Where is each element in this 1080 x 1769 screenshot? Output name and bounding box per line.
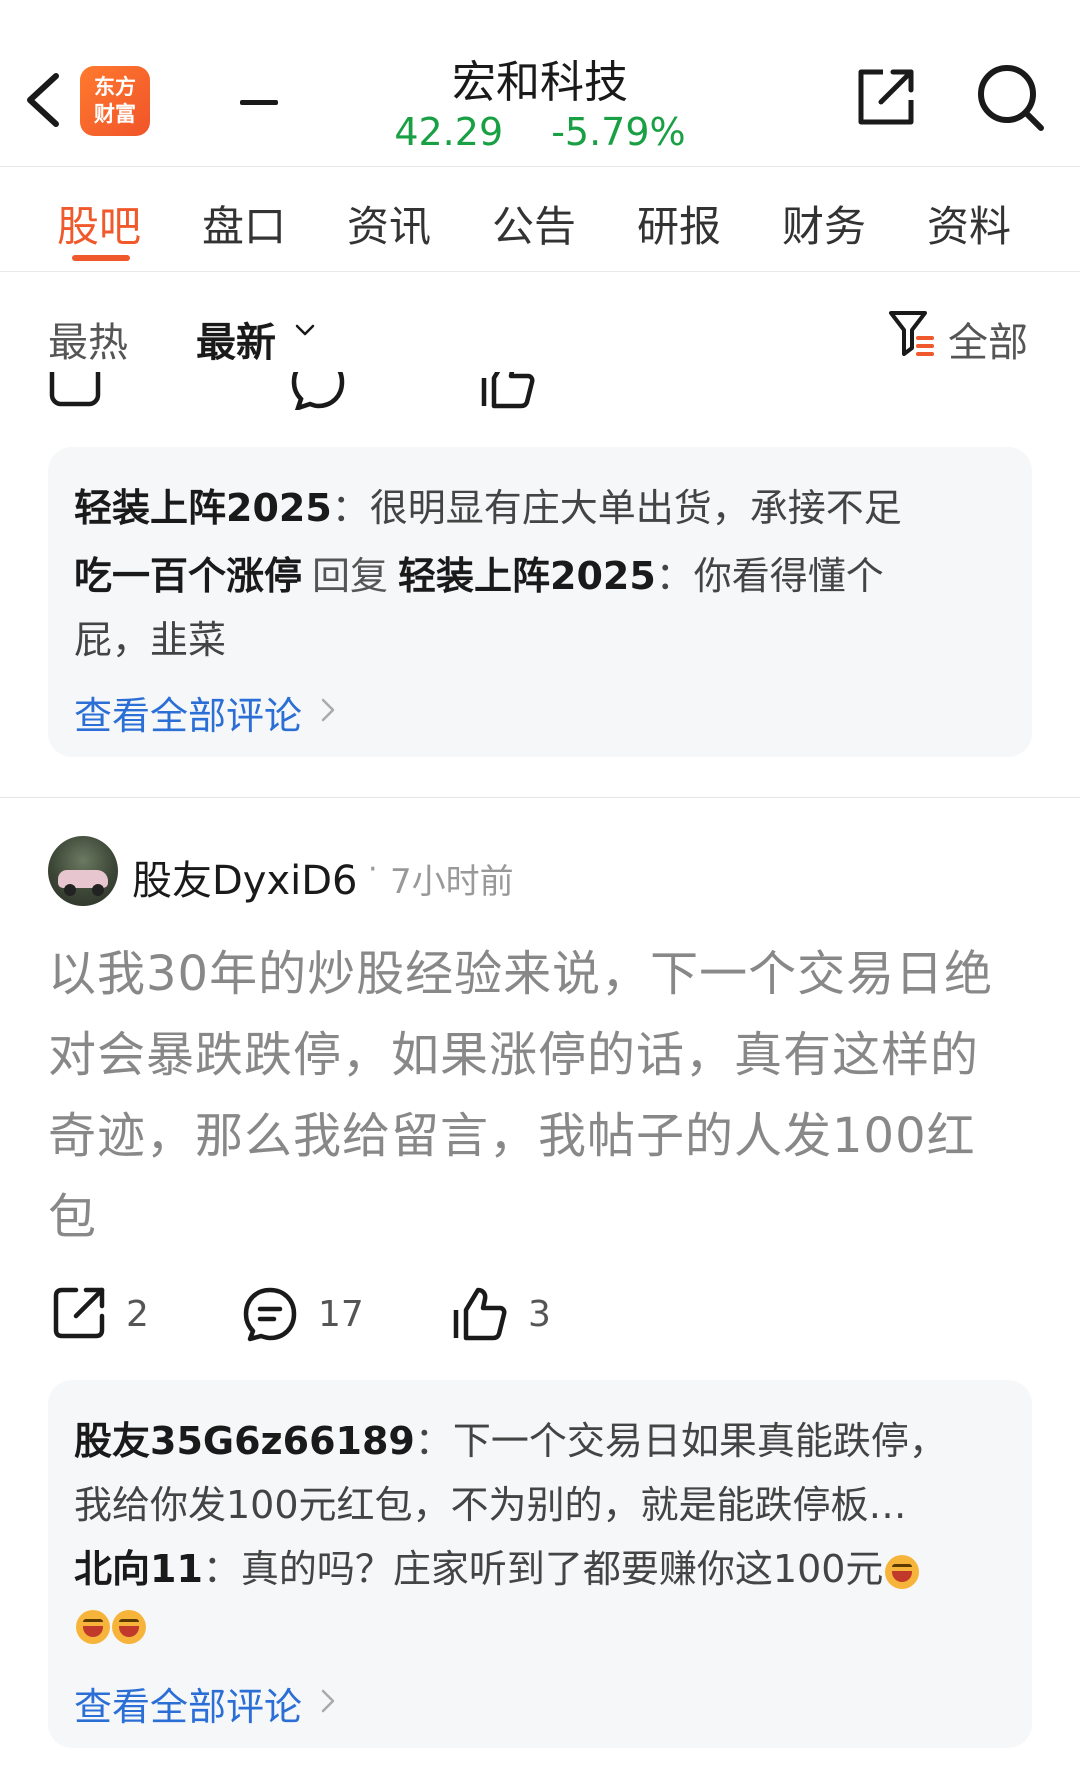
- sort-bar: 最热 最新 全部: [0, 272, 1080, 372]
- comment-author[interactable]: 吃一百个涨停: [74, 554, 302, 598]
- like-count: 3: [528, 1294, 551, 1335]
- comment-icon[interactable]: [290, 372, 346, 410]
- status-bar: [0, 0, 1080, 18]
- view-all-comments-link[interactable]: 查看全部评论: [74, 1676, 302, 1731]
- post-text-line[interactable]: 奇迹，那么我给留言，我帖子的人发100红: [48, 1096, 976, 1166]
- filter-icon[interactable]: [888, 308, 934, 358]
- comment-text: ：你看得懂个: [655, 554, 884, 598]
- comment-preview-box[interactable]: 轻装上阵2025：很明显有庄大单出货，承接不足 吃一百个涨停 回复 轻装上阵2025…: [48, 447, 1032, 757]
- post-text-line[interactable]: 以我30年的炒股经验来说，下一个交易日绝: [48, 934, 993, 1004]
- filter-label[interactable]: 全部: [948, 310, 1028, 368]
- share-icon[interactable]: [48, 372, 104, 410]
- comment-icon: [243, 1287, 297, 1342]
- sort-latest[interactable]: 最新: [196, 310, 276, 368]
- search-icon[interactable]: [975, 62, 1047, 134]
- tab-announcements[interactable]: 公告: [492, 193, 576, 254]
- tab-guba[interactable]: 股吧: [57, 193, 141, 254]
- section-tabs: 股吧 盘口 资讯 公告 研报 财务 资料: [0, 166, 1080, 272]
- meta-separator: ·: [368, 852, 378, 887]
- post-time: 7小时前: [390, 862, 514, 902]
- tab-pankou[interactable]: 盘口: [202, 193, 286, 254]
- previous-post-actions: [0, 372, 1080, 412]
- post-text-line[interactable]: 对会暴跌跌停，如果涨停的话，真有这样的: [48, 1015, 979, 1085]
- tab-research[interactable]: 研报: [637, 193, 721, 254]
- post-author[interactable]: 股友DyxiD6: [132, 848, 358, 906]
- tab-finance[interactable]: 财务: [782, 193, 866, 254]
- laughing-emoji-icon: [885, 1554, 920, 1589]
- chevron-right-icon: [321, 698, 335, 722]
- comment-line: 吃一百个涨停 回复 轻装上阵2025：你看得懂个: [74, 545, 884, 600]
- like-icon[interactable]: [480, 372, 536, 410]
- post-divider: [0, 797, 1080, 798]
- comment-text: ：真的吗？庄家听到了都要赚你这100元: [202, 1547, 884, 1591]
- active-tab-indicator: [72, 255, 130, 261]
- tab-profile[interactable]: 资料: [927, 193, 1011, 254]
- comment-author[interactable]: 北向11: [74, 1547, 203, 1591]
- stock-header: 东方 财富 宏和科技 42.29 -5.79%: [0, 18, 1080, 168]
- sort-hot[interactable]: 最热: [48, 310, 128, 368]
- reply-target[interactable]: 轻装上阵2025: [398, 554, 656, 598]
- comment-line: 股友35G6z66189：下一个交易日如果真能跌停，: [74, 1410, 947, 1465]
- post-text-line[interactable]: 包: [48, 1177, 97, 1247]
- comment-text: ：很明显有庄大单出货，承接不足: [331, 486, 902, 530]
- comment-line: 屁，韭菜: [74, 609, 226, 664]
- reply-label: 回复: [312, 554, 389, 598]
- laughing-emoji-icon: [76, 1609, 110, 1644]
- avatar[interactable]: [48, 836, 118, 906]
- stock-quote: 42.29 -5.79%: [0, 110, 1080, 154]
- view-all-comments-link[interactable]: 查看全部评论: [74, 685, 302, 740]
- chevron-down-icon[interactable]: [294, 322, 316, 338]
- share-icon: [53, 1287, 105, 1339]
- stock-price: 42.29: [394, 110, 504, 154]
- like-icon: [453, 1287, 507, 1341]
- share-count: 2: [126, 1294, 149, 1335]
- tab-news[interactable]: 资讯: [347, 193, 431, 254]
- comment-line: 轻装上阵2025：很明显有庄大单出货，承接不足: [74, 477, 902, 532]
- sort-active-indicator: [240, 100, 278, 105]
- comment-line: 我给你发100元红包，不为别的，就是能跌停板…: [74, 1474, 907, 1529]
- comment-text: ：下一个交易日如果真能跌停，: [414, 1419, 947, 1463]
- comment-author[interactable]: 股友35G6z66189: [74, 1419, 415, 1463]
- comment-text: 我给你发100元红包，不为别的，就是能跌停板…: [74, 1483, 907, 1527]
- comment-count: 17: [318, 1294, 364, 1335]
- stock-change-pct: -5.79%: [551, 110, 686, 154]
- comment-line: 北向11：真的吗？庄家听到了都要赚你这100元: [74, 1538, 920, 1593]
- comment-preview-box[interactable]: 股友35G6z66189：下一个交易日如果真能跌停， 我给你发100元红包，不为…: [48, 1380, 1032, 1748]
- share-icon[interactable]: [855, 66, 917, 128]
- share-action[interactable]: 2: [52, 1286, 162, 1342]
- stock-name: 宏和科技: [452, 57, 628, 108]
- like-action[interactable]: 3: [452, 1286, 562, 1342]
- laughing-emoji-icon: [112, 1609, 146, 1644]
- comment-author[interactable]: 轻装上阵2025: [74, 486, 332, 530]
- chevron-right-icon: [321, 1689, 335, 1713]
- comment-text: 屁，韭菜: [74, 618, 227, 662]
- comment-action[interactable]: 17: [242, 1286, 372, 1342]
- comment-line: [74, 1602, 146, 1646]
